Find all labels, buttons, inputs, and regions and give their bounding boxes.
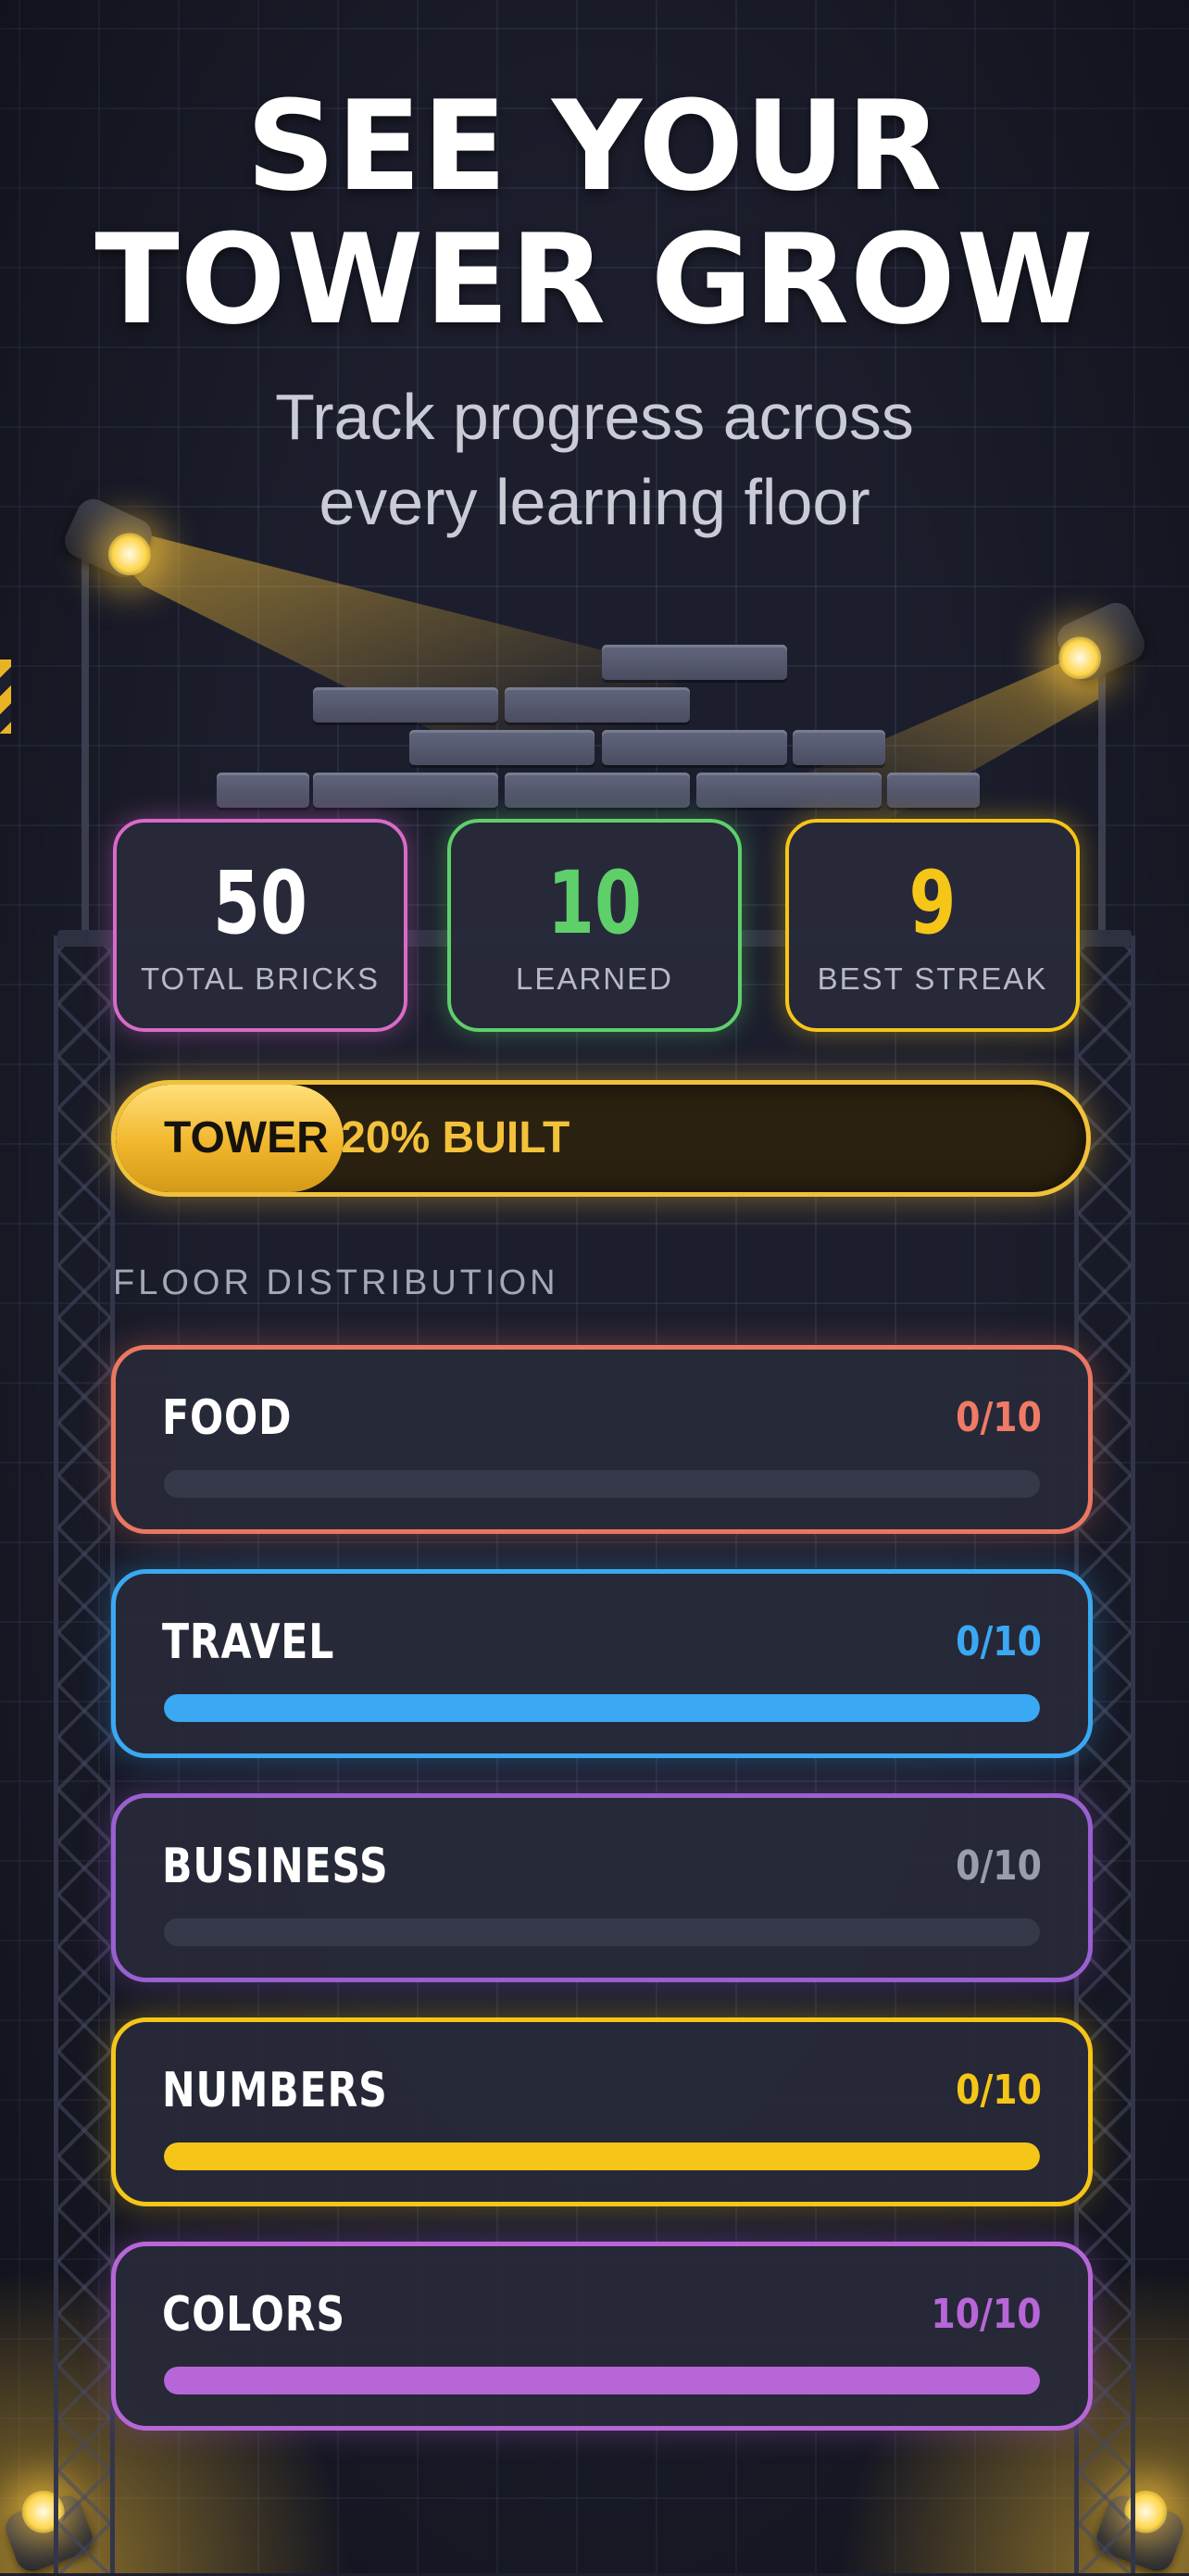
page-title: SEE YOUR TOWER GROW xyxy=(0,80,1189,346)
floor-count: 0/10 xyxy=(956,1618,1042,1665)
tower-progress-bar: TOWER 20% BUILT xyxy=(111,1080,1091,1197)
stat-label: LEARNED xyxy=(516,961,673,996)
stat-card-learned: 10 LEARNED xyxy=(447,819,742,1032)
stat-label: BEST STREAK xyxy=(817,961,1048,996)
floor-card-food[interactable]: FOOD 0/10 xyxy=(111,1345,1093,1534)
floor-progress-track xyxy=(164,1918,1040,1946)
stat-value: 9 xyxy=(908,853,957,954)
stat-card-total-bricks: 50 TOTAL BRICKS xyxy=(113,819,407,1032)
spotlight-stand xyxy=(1098,663,1106,941)
floor-count: 0/10 xyxy=(956,2067,1042,2114)
floor-count: 0/10 xyxy=(956,1842,1042,1890)
floor-progress-track xyxy=(164,2142,1040,2170)
floor-card-numbers[interactable]: NUMBERS 0/10 xyxy=(111,2017,1093,2206)
floor-card-colors[interactable]: COLORS 10/10 xyxy=(111,2242,1093,2431)
floor-card-business[interactable]: BUSINESS 0/10 xyxy=(111,1793,1093,1982)
spotlight-stand xyxy=(81,556,89,945)
stat-label: TOTAL BRICKS xyxy=(140,961,381,996)
title-line-2: TOWER GROW xyxy=(94,207,1095,352)
floor-name: TRAVEL xyxy=(162,1615,335,1670)
stat-value: 50 xyxy=(212,853,308,954)
hazard-stripe xyxy=(0,660,11,734)
floor-name: FOOD xyxy=(162,1390,293,1446)
section-title: FLOOR DISTRIBUTION xyxy=(113,1263,559,1302)
tower-label: TOWER xyxy=(164,1113,329,1162)
floor-progress-track xyxy=(164,2367,1040,2394)
tower-progress-label: TOWER 20% BUILT xyxy=(164,1085,569,1192)
subtitle-line-1: Track progress across xyxy=(275,381,914,453)
title-line-1: SEE YOUR xyxy=(245,74,944,219)
tower-percent-label: 20% BUILT xyxy=(341,1113,570,1162)
scaffold-left xyxy=(54,936,115,2573)
page-subtitle: Track progress across every learning flo… xyxy=(0,374,1189,545)
stat-card-best-streak: 9 BEST STREAK xyxy=(785,819,1080,1032)
floor-progress-fill xyxy=(164,2142,1040,2170)
floor-name: BUSINESS xyxy=(162,1839,389,1894)
subtitle-line-2: every learning floor xyxy=(319,466,870,538)
floor-card-travel[interactable]: TRAVEL 0/10 xyxy=(111,1569,1093,1758)
floor-name: COLORS xyxy=(162,2287,345,2343)
floor-progress-track xyxy=(164,1694,1040,1722)
floor-progress-fill xyxy=(164,2367,1040,2394)
floor-name: NUMBERS xyxy=(162,2063,388,2118)
floor-progress-track xyxy=(164,1470,1040,1498)
stat-value: 10 xyxy=(546,853,643,954)
floor-progress-fill xyxy=(164,1694,1040,1722)
floor-count: 10/10 xyxy=(931,2291,1042,2338)
floor-count: 0/10 xyxy=(956,1394,1042,1441)
